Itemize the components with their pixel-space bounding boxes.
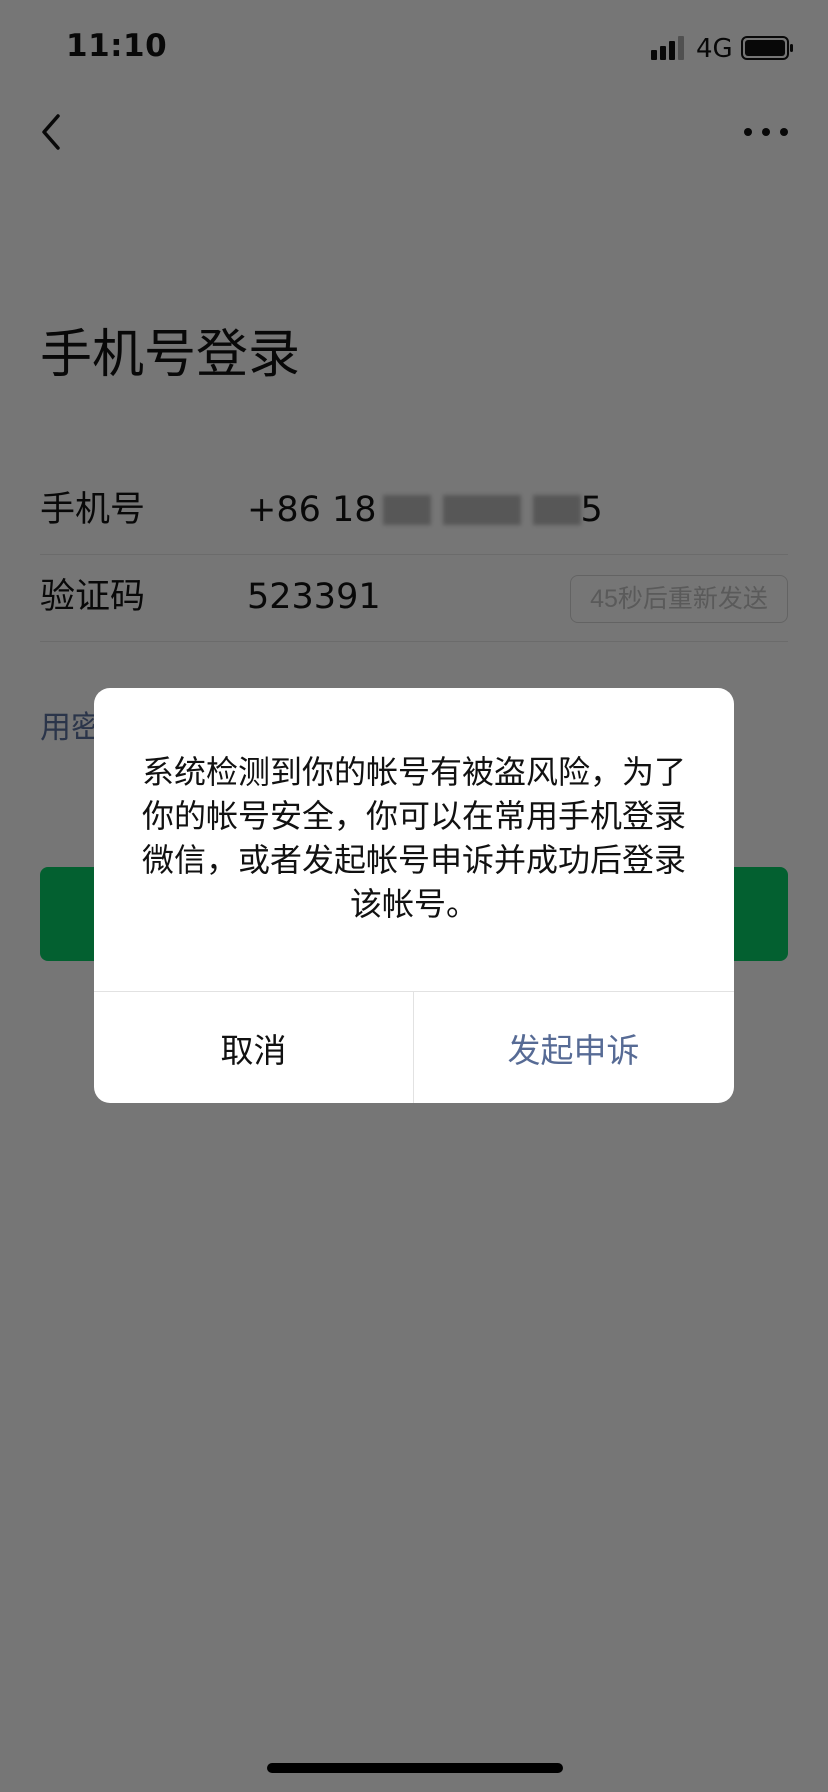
account-risk-dialog: 系统检测到你的帐号有被盗风险，为了你的帐号安全，你可以在常用手机登录微信，或者发… [94,688,734,1103]
home-indicator[interactable] [267,1763,563,1773]
cancel-button[interactable]: 取消 [94,992,413,1103]
appeal-button[interactable]: 发起申诉 [414,992,733,1103]
dialog-message: 系统检测到你的帐号有被盗风险，为了你的帐号安全，你可以在常用手机登录微信，或者发… [141,753,686,923]
